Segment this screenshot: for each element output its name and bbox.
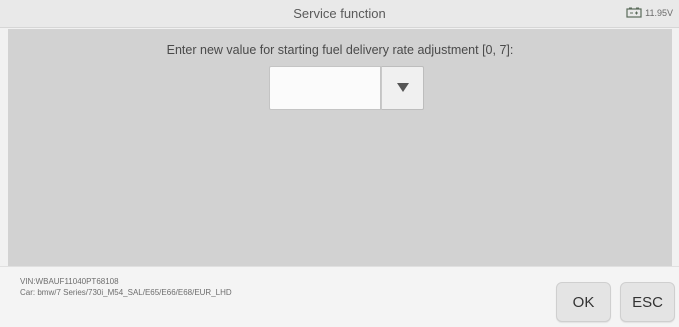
value-combobox	[269, 66, 424, 110]
value-input[interactable]	[269, 66, 381, 110]
car-info-text: Car: bmw/7 Series/730i_M54_SAL/E65/E66/E…	[20, 288, 232, 297]
page-title: Service function	[293, 6, 386, 21]
battery-icon	[626, 7, 642, 18]
battery-voltage: 11.95V	[645, 7, 673, 18]
vin-text: VIN:WBAUF11040PT68108	[20, 277, 119, 286]
footer-bar: VIN:WBAUF11040PT68108 Car: bmw/7 Series/…	[0, 266, 679, 327]
dropdown-button[interactable]	[381, 66, 424, 110]
input-prompt: Enter new value for starting fuel delive…	[166, 43, 514, 57]
triangle-down-icon	[396, 79, 409, 97]
input-panel: Enter new value for starting fuel delive…	[8, 29, 672, 266]
battery-status: 11.95V	[626, 7, 673, 18]
ok-button[interactable]: OK	[556, 282, 611, 322]
esc-button[interactable]: ESC	[620, 282, 675, 322]
title-bar: Service function 11.95V	[0, 0, 679, 28]
